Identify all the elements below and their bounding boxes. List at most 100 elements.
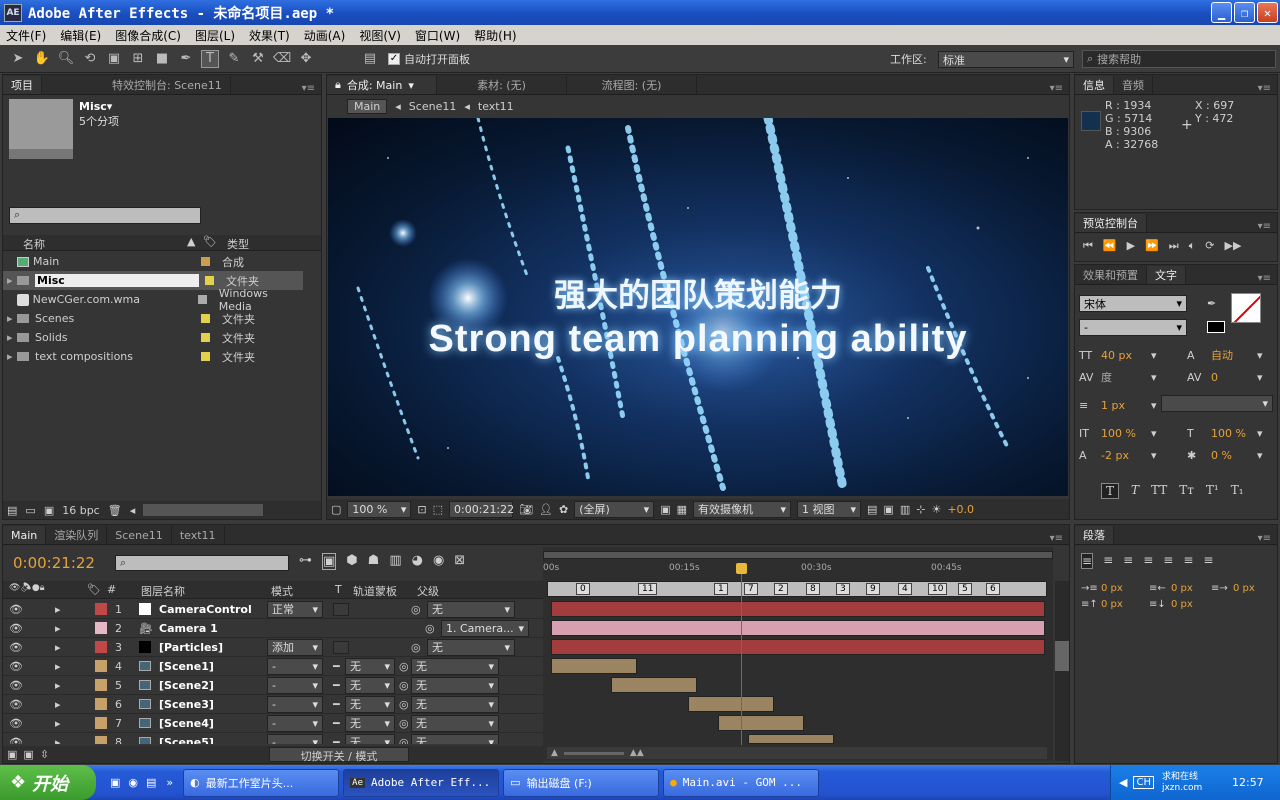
close-button[interactable]: ✕ [1257,2,1278,23]
timeline-icon[interactable]: ▥ [900,503,910,516]
faux-italic-button[interactable]: T [1131,483,1139,499]
mode-dropdown[interactable]: - ▾ [267,657,323,675]
sort-icon[interactable]: ▲ [187,235,195,248]
current-time-display[interactable]: 0:00:21:22 [13,554,95,572]
restore-button[interactable]: ❐ [1234,2,1255,23]
tab-render-queue[interactable]: 渲染队列 [46,526,108,544]
panel-menu-icon[interactable]: ▾≡ [1258,221,1271,232]
show-snapshot-icon[interactable]: 👤︎ [539,503,553,516]
space-before-value[interactable]: 0 px [1101,597,1149,613]
breadcrumb-text11[interactable]: text11 [478,100,514,113]
mode-dropdown[interactable]: - ▾ [267,676,323,694]
table-row[interactable]: 👁︎ ▸ 1 CameraControl 正常 ▾ ◎ 无 ▾ [3,600,543,619]
qq-icon[interactable]: ◉ [128,776,138,789]
exposure-icon[interactable]: ☀ [931,503,941,516]
trash-icon[interactable]: 🗑︎ [108,504,122,517]
font-style-dropdown[interactable]: - ▾ [1079,319,1187,336]
play-icon[interactable]: ▶ [1127,239,1135,253]
list-item[interactable]: ▸ text compositions 文件夹 [3,347,303,366]
mode-dropdown[interactable]: - ▾ [267,714,323,732]
track-matte-dropdown[interactable]: 无 ▾ [345,676,395,694]
tab-paragraph[interactable]: 段落 [1075,526,1114,544]
justify-all-button[interactable]: ≡ [1203,553,1213,569]
collapse-icon[interactable]: ▣ [23,748,33,761]
clock[interactable]: 12:57 [1232,776,1264,789]
table-row[interactable]: 👁︎ ▸ 2 🎥︎ Camera 1 ◎ 1. Camera... ▾ [3,619,543,638]
kerning-value[interactable]: 度 [1101,367,1151,389]
stroke-swatch[interactable] [1207,321,1225,333]
leading-value[interactable]: 自动 [1211,345,1257,367]
tab-composition[interactable]: 🔒︎ 合成: Main ▾ [327,76,437,94]
safe-margins-icon[interactable]: ⊡ [417,503,426,516]
workspace-dropdown[interactable]: 标准 ▾ [938,51,1074,68]
toggle-switches-modes-button[interactable]: 切换开关 / 模式 [269,747,409,763]
small-caps-button[interactable]: Tт [1179,483,1194,499]
font-size-value[interactable]: 40 px [1101,345,1151,367]
text-tool-icon[interactable]: T [201,49,219,68]
auto-open-checkbox[interactable]: ✓ [388,52,400,65]
track-matte-dropdown[interactable]: 无 ▾ [345,695,395,713]
marker[interactable]: 10 [928,583,948,595]
time-graph[interactable]: 00s 00:15s 00:30s 00:45s 0 11 1 7 2 8 3 … [543,547,1053,761]
rectangle-tool-icon[interactable]: ■ [153,50,171,68]
frame-blending-icon[interactable]: ▥ [389,553,401,570]
scroll-left-icon[interactable]: ◂ [130,504,136,517]
prev-frame-icon[interactable]: ⏪ [1103,239,1117,253]
layer-duration-bar[interactable] [551,658,637,674]
parent-dropdown[interactable]: 无 ▾ [427,600,515,618]
comp-viewer[interactable]: 强大的团队策划能力 Strong team planning ability [328,118,1068,496]
layer-duration-bar[interactable] [551,601,1045,617]
tab-flowchart[interactable]: 流程图: (无) [567,76,697,94]
task-gom-player[interactable]: ● Main.avi - GOM ... [663,768,820,797]
mode-dropdown[interactable]: 正常 ▾ [267,600,323,618]
always-preview-icon[interactable]: ▢ [331,503,341,516]
camera-tool-icon[interactable]: ▣ [105,50,123,68]
transparency-grid-icon[interactable]: ▦ [677,503,687,516]
marker[interactable]: 7 [744,583,758,595]
menu-composition[interactable]: 图像合成(C) [115,27,181,44]
new-comp-icon[interactable]: ▣ [44,504,54,517]
current-time-indicator[interactable] [741,563,742,745]
mask-icon[interactable]: ⬚ [433,503,443,516]
panel-menu-icon[interactable]: ▾≡ [1258,273,1271,284]
align-right-button[interactable]: ≡ [1123,553,1133,569]
fast-preview-icon[interactable]: ▣ [883,503,893,516]
hscale-value[interactable]: 100 % [1211,423,1257,445]
next-frame-icon[interactable]: ⏩ [1145,239,1159,253]
project-scrollbar[interactable] [143,504,264,516]
menu-view[interactable]: 视图(V) [359,27,401,44]
interpret-footage-icon[interactable]: ▤ [7,504,17,517]
task-browser[interactable]: ◐ 最新工作室片头... [183,768,340,797]
layer-duration-bar[interactable] [688,696,774,712]
space-after-value[interactable]: 0 px [1171,597,1193,613]
brush-tool-icon[interactable]: ✎ [225,50,243,68]
ram-preview-icon[interactable]: ▶▶ [1225,239,1242,253]
marker[interactable]: 1 [714,583,728,595]
table-row[interactable]: 👁︎ ▸ 3 [Particles] 添加 ▾ ◎ 无 ▾ [3,638,543,657]
tab-effect-controls[interactable]: 特效控制台: Scene11 [42,76,231,94]
tab-audio[interactable]: 音频 [1114,76,1153,94]
flowchart-icon[interactable]: ⊹ [916,503,925,516]
pen-tool-icon[interactable]: ✒ [177,50,195,68]
mode-dropdown[interactable]: - ▾ [267,733,323,744]
puppet-tool-icon[interactable]: ✥ [297,50,315,68]
font-family-dropdown[interactable]: 宋体 ▾ [1079,295,1187,312]
menu-effect[interactable]: 效果(T) [249,27,290,44]
table-row[interactable]: 👁︎ ▸ 5 [Scene2] - ▾ ━ 无 ▾ ◎ 无 ▾ [3,676,543,695]
faux-bold-button[interactable]: T [1101,483,1120,499]
layer-duration-bar[interactable] [551,620,1045,636]
track-matte-dropdown[interactable]: 无 ▾ [345,657,395,675]
tab-timeline-scene11[interactable]: Scene11 [107,526,172,544]
search-help-input[interactable]: ⌕ 搜索帮助 [1082,50,1276,68]
pan-behind-tool-icon[interactable]: ⊞ [129,50,147,68]
tracking-value[interactable]: 0 [1211,367,1257,389]
first-line-value[interactable]: 0 px [1233,581,1255,597]
comp-timecode[interactable]: 0:00:21:22 [449,500,514,518]
tab-preview[interactable]: 预览控制台 [1075,214,1147,232]
align-center-button[interactable]: ≡ [1103,553,1113,569]
modes-icon[interactable]: ⇳ [40,748,49,761]
live-update-icon[interactable]: ▣ [322,553,337,570]
project-search-input[interactable]: ⌕ [9,207,201,224]
menu-animation[interactable]: 动画(A) [304,27,346,44]
parent-dropdown[interactable]: 1. Camera... ▾ [441,619,529,637]
